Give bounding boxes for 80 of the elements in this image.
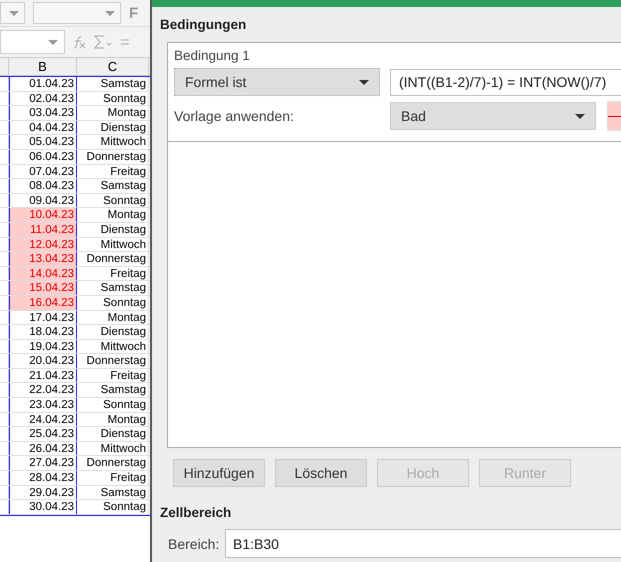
date-cell: 27.04.23 (9, 456, 77, 470)
weekday-cell: Sonntag (77, 194, 149, 208)
date-cell: 22.04.23 (9, 383, 77, 398)
action-button[interactable]: Hinzufügen (173, 459, 265, 487)
style-preview (607, 101, 621, 131)
date-cell: 03.04.23 (9, 106, 77, 120)
weekday-cell: Montag (77, 412, 149, 426)
condition-type-dropdown[interactable]: Formel ist (174, 68, 380, 96)
date-cell: 02.04.23 (9, 92, 77, 106)
weekday-cell: Freitag (77, 164, 149, 178)
date-cell: 23.04.23 (9, 398, 77, 412)
name-box[interactable] (0, 30, 65, 54)
weekday-cell: Donnerstag (77, 456, 149, 470)
weekday-cell: Mittwoch (77, 340, 149, 354)
column-header[interactable]: C (77, 58, 149, 75)
weekday-cell: Dienstag (77, 222, 149, 237)
weekday-cell: Samstag (77, 383, 149, 398)
section-heading: Bedingungen (160, 17, 248, 34)
date-cell: 18.04.23 (9, 325, 77, 339)
weekday-cell: Donnerstag (77, 150, 149, 164)
condition-label: Bedingung 1 (174, 48, 251, 63)
date-cell: 29.04.23 (9, 486, 77, 500)
date-cell: 19.04.23 (9, 340, 77, 354)
style-label: Vorlage anwenden: (174, 108, 295, 124)
date-cell: 20.04.23 (9, 354, 77, 368)
toolbar-label: F (129, 4, 138, 22)
toolbar-dropdown[interactable] (33, 2, 121, 24)
date-cell: 12.04.23 (9, 238, 77, 252)
weekday-cell: Montag (77, 310, 149, 324)
weekday-cell: Samstag (77, 179, 149, 193)
date-cell: 06.04.23 (9, 150, 77, 164)
formula-field[interactable]: (INT((B1-2)/7)-1) = INT(NOW()/7) (390, 68, 621, 96)
weekday-cell: Montag (77, 208, 149, 222)
weekday-cell: Mittwoch (77, 238, 149, 252)
weekday-cell: Mittwoch (77, 135, 149, 149)
weekday-cell: Dienstag (77, 120, 149, 134)
function-wizard-icon[interactable] (71, 34, 87, 50)
date-cell: 14.04.23 (9, 266, 77, 280)
date-cell: 25.04.23 (9, 427, 77, 441)
date-cell: 01.04.23 (9, 77, 77, 91)
weekday-cell: Donnerstag (77, 252, 149, 266)
weekday-cell: Montag (77, 106, 149, 120)
weekday-cell: Freitag (77, 368, 149, 382)
weekday-cell: Sonntag (77, 296, 149, 310)
weekday-cell: Dienstag (77, 325, 149, 339)
weekday-cell: Samstag (77, 281, 149, 295)
weekday-cell: Samstag (77, 77, 149, 91)
section-heading: Zellbereich (160, 505, 232, 522)
date-cell: 24.04.23 (9, 412, 77, 426)
date-cell: 11.04.23 (9, 222, 77, 237)
date-cell: 08.04.23 (9, 179, 77, 193)
date-cell: 15.04.23 (9, 281, 77, 295)
range-label: Bereich: (168, 536, 220, 552)
weekday-cell: Freitag (77, 266, 149, 280)
range-field[interactable]: B1:B30 (225, 529, 621, 558)
weekday-cell: Freitag (77, 471, 149, 485)
date-cell: 13.04.23 (9, 252, 77, 266)
action-button[interactable]: Löschen (275, 459, 367, 487)
style-dropdown[interactable]: Bad (390, 102, 596, 130)
weekday-cell: Mittwoch (77, 442, 149, 456)
sum-icon[interactable] (93, 34, 113, 50)
date-cell: 30.04.23 (9, 500, 77, 514)
date-cell: 09.04.23 (9, 194, 77, 208)
date-cell: 26.04.23 (9, 442, 77, 456)
weekday-cell: Samstag (77, 486, 149, 500)
weekday-cell: Dienstag (77, 427, 149, 441)
date-cell: 21.04.23 (9, 368, 77, 382)
date-cell: 05.04.23 (9, 135, 77, 149)
weekday-cell: Donnerstag (77, 354, 149, 368)
date-cell: 10.04.23 (9, 208, 77, 222)
date-cell: 04.04.23 (9, 120, 77, 134)
date-cell: 07.04.23 (9, 164, 77, 178)
date-cell: 16.04.23 (9, 296, 77, 310)
weekday-cell: Sonntag (77, 398, 149, 412)
weekday-cell: Sonntag (77, 500, 149, 514)
date-cell: 17.04.23 (9, 310, 77, 324)
column-header[interactable]: B (9, 58, 77, 75)
date-cell: 28.04.23 (9, 471, 77, 485)
toolbar-dropdown[interactable] (0, 2, 25, 24)
weekday-cell: Sonntag (77, 92, 149, 106)
